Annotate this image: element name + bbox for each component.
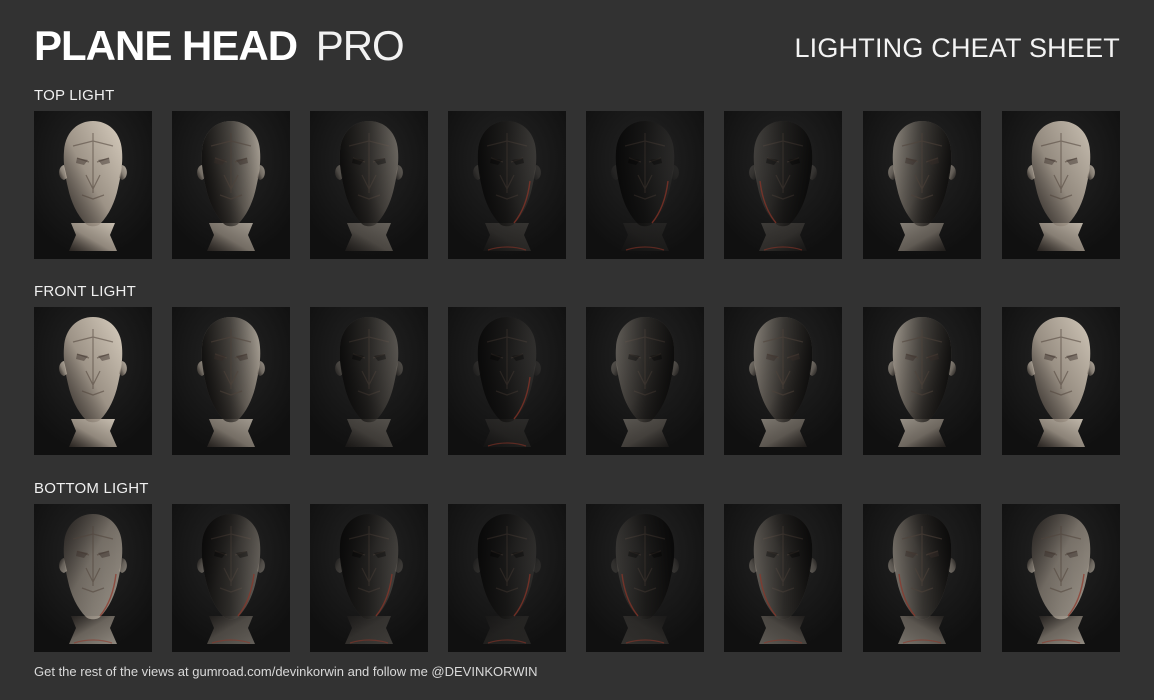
footer-text: Get the rest of the views at gumroad.com… (34, 664, 538, 679)
head-render-icon (310, 111, 428, 259)
head-render-icon (310, 504, 428, 652)
head-render-icon (1002, 307, 1120, 455)
top-light-thumbnail-4 (448, 111, 566, 259)
brand-light-text: PRO (315, 22, 405, 69)
head-render-icon (34, 111, 152, 259)
top-light-thumbnail-1 (34, 111, 152, 259)
top-light-label: TOP LIGHT (34, 87, 115, 104)
bottom-light-thumbnail-6 (724, 504, 842, 652)
bottom-light-thumbnail-3 (310, 504, 428, 652)
front-light-thumbnail-6 (724, 307, 842, 455)
head-render-icon (863, 307, 981, 455)
top-light-thumbnail-6 (724, 111, 842, 259)
head-render-icon (448, 307, 566, 455)
bottom-light-thumbnail-4 (448, 504, 566, 652)
front-light-thumbnail-4 (448, 307, 566, 455)
brand-bold-text: PLANE HEAD (34, 22, 298, 69)
head-render-icon (586, 111, 704, 259)
front-light-label: FRONT LIGHT (34, 283, 136, 300)
head-render-icon (34, 307, 152, 455)
bottom-light-thumbnail-1 (34, 504, 152, 652)
sheet-title: LIGHTING CHEAT SHEET (794, 33, 1120, 63)
top-light-thumbnail-5 (586, 111, 704, 259)
head-render-icon (448, 504, 566, 652)
bottom-light-thumbnail-5 (586, 504, 704, 652)
head-render-icon (172, 504, 290, 652)
head-render-icon (724, 307, 842, 455)
top-light-thumbnail-8 (1002, 111, 1120, 259)
head-render-icon (172, 111, 290, 259)
head-render-icon (310, 307, 428, 455)
front-light-row (34, 307, 1122, 455)
top-light-row (34, 111, 1122, 259)
bottom-light-thumbnail-8 (1002, 504, 1120, 652)
front-light-thumbnail-3 (310, 307, 428, 455)
top-light-thumbnail-2 (172, 111, 290, 259)
front-light-thumbnail-7 (863, 307, 981, 455)
front-light-thumbnail-8 (1002, 307, 1120, 455)
bottom-light-thumbnail-7 (863, 504, 981, 652)
bottom-light-row (34, 504, 1122, 652)
header: PLANE HEAD PRO LIGHTING CHEAT SHEET (34, 18, 1120, 74)
front-light-thumbnail-2 (172, 307, 290, 455)
head-render-icon (724, 111, 842, 259)
brand-title: PLANE HEAD PRO (34, 22, 405, 70)
bottom-light-thumbnail-2 (172, 504, 290, 652)
front-light-thumbnail-5 (586, 307, 704, 455)
bottom-light-label: BOTTOM LIGHT (34, 480, 149, 497)
head-render-icon (863, 504, 981, 652)
top-light-thumbnail-3 (310, 111, 428, 259)
top-light-thumbnail-7 (863, 111, 981, 259)
head-render-icon (34, 504, 152, 652)
head-render-icon (172, 307, 290, 455)
front-light-thumbnail-1 (34, 307, 152, 455)
head-render-icon (1002, 111, 1120, 259)
head-render-icon (448, 111, 566, 259)
head-render-icon (586, 307, 704, 455)
head-render-icon (1002, 504, 1120, 652)
head-render-icon (586, 504, 704, 652)
head-render-icon (724, 504, 842, 652)
head-render-icon (863, 111, 981, 259)
